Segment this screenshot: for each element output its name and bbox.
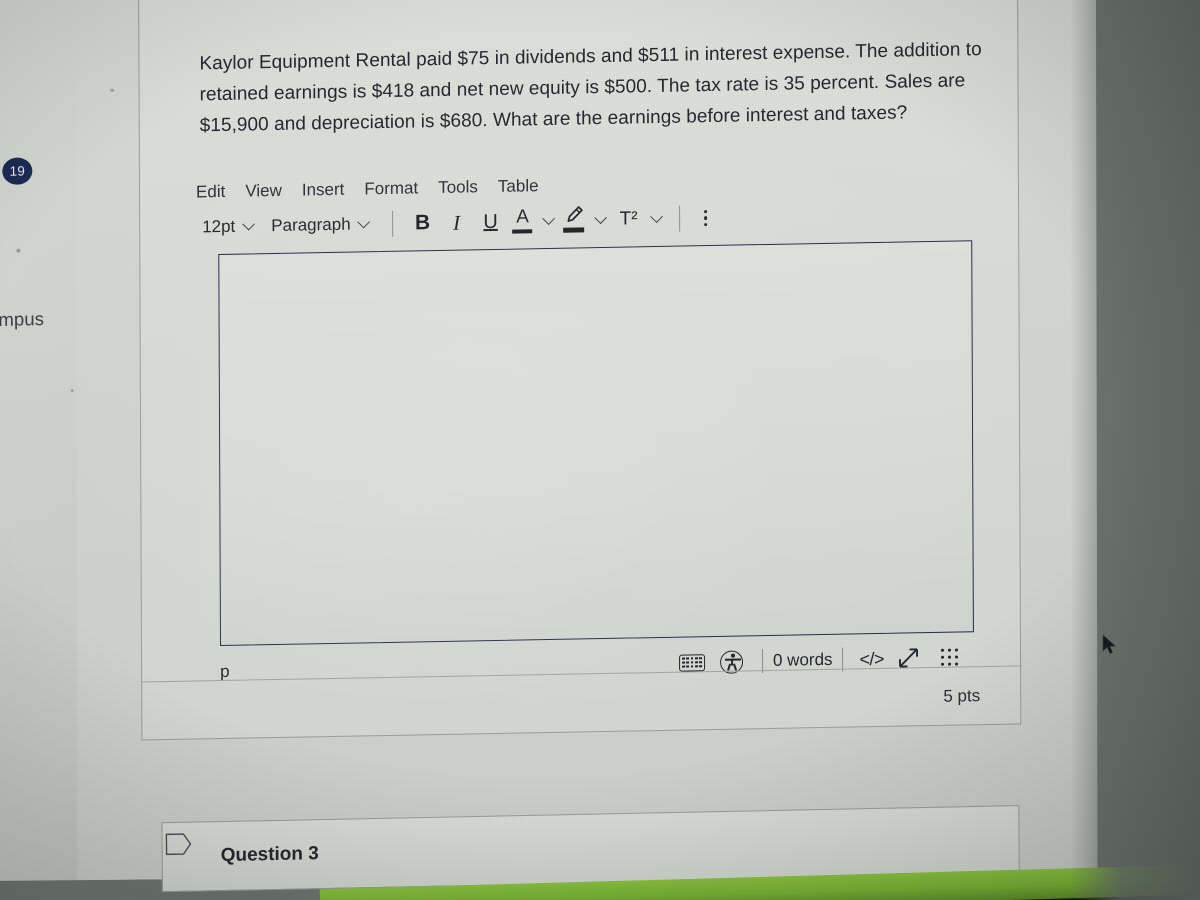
menu-item-format[interactable]: Format [364,178,418,199]
rich-content-editor: Edit View Insert Format Tools Table 12pt… [188,164,980,686]
superscript-dropdown-button[interactable] [646,204,668,234]
chevron-down-icon [357,215,371,228]
more-options-button[interactable] [693,203,719,233]
left-sidebar: 19 Campus ion [0,0,142,886]
next-question-points: 5 pts [943,685,981,706]
sidebar-badge-count[interactable]: 19 [2,157,33,185]
screen-surface: 19 Campus ion Question 2 5 pts Kaylor Eq… [0,0,1098,893]
text-color-swatch [512,229,533,234]
chevron-down-icon [594,210,607,224]
word-count[interactable]: 0 words [773,650,833,671]
font-size-value: 12pt [202,216,236,237]
text-color-letter: A [516,206,529,228]
menu-item-view[interactable]: View [245,181,282,202]
keyboard-icon [678,653,706,672]
block-format-dropdown[interactable]: Paragraph [265,214,380,236]
sidebar-item-campus[interactable]: Campus [0,308,44,331]
chevron-down-icon [242,217,256,231]
mouse-cursor [1102,634,1117,654]
question-2-card: Question 2 5 pts Kaylor Equipment Rental… [137,0,1023,741]
italic-button[interactable]: I [440,207,474,238]
html-editor-button[interactable]: </> [853,648,890,670]
menu-item-insert[interactable]: Insert [302,180,345,201]
dust-speck [16,248,21,253]
highlight-color-button[interactable] [560,205,590,236]
menu-item-tools[interactable]: Tools [438,177,478,198]
chevron-down-icon [542,211,555,225]
text-color-dropdown-button[interactable] [538,206,560,236]
highlight-color-dropdown-button[interactable] [590,205,612,235]
superscript-button[interactable]: T² [612,204,646,235]
highlight-color-swatch [563,227,585,233]
flag-icon[interactable] [165,833,192,856]
toolbar-divider [392,210,394,237]
dust-speck [70,389,74,393]
dust-speck [110,88,115,92]
underline-button[interactable]: U [474,207,508,238]
block-format-value: Paragraph [271,214,351,236]
question-2-text: Kaylor Equipment Rental paid $75 in divi… [199,39,982,137]
chevron-down-icon [650,209,663,223]
text-color-button[interactable]: A [508,206,538,237]
editor-text-area[interactable] [218,240,974,647]
font-size-dropdown[interactable]: 12pt [196,216,265,237]
highlighter-icon [567,206,584,222]
kebab-dot [703,209,708,214]
laptop-screen-photo: 19 Campus ion Question 2 5 pts Kaylor Eq… [0,0,1200,900]
toolbar-divider [679,205,681,232]
question-3-title: Question 3 [220,843,319,867]
bold-button[interactable]: B [406,208,440,239]
menu-item-edit[interactable]: Edit [196,182,225,203]
menu-item-table[interactable]: Table [498,176,539,197]
drag-handle-icon [939,646,961,668]
kebab-dot [703,222,708,227]
kebab-dot [703,216,708,220]
question-2-body: Kaylor Equipment Rental paid $75 in divi… [199,34,999,142]
